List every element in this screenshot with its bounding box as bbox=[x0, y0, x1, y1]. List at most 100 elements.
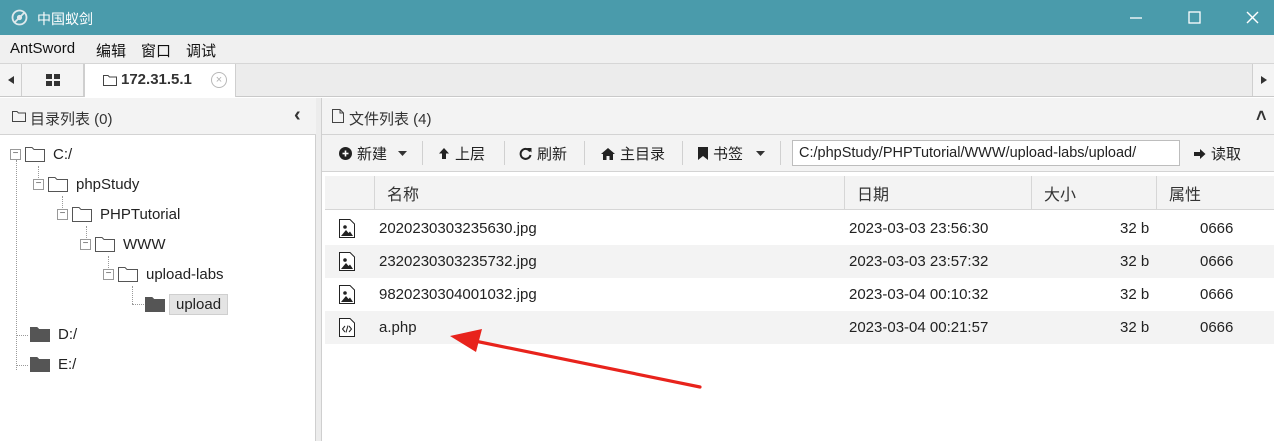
file-name: 2320230303235732.jpg bbox=[379, 253, 537, 270]
new-button[interactable]: 新建 bbox=[339, 143, 408, 164]
bookmark-icon bbox=[698, 147, 708, 160]
file-date: 2023-03-04 00:10:32 bbox=[849, 286, 989, 303]
path-input[interactable] bbox=[792, 140, 1180, 166]
plus-circle-icon bbox=[339, 147, 352, 160]
tree-collapse-toggle[interactable]: − bbox=[33, 178, 44, 190]
tree-node-d-drive[interactable]: D:/ bbox=[30, 323, 77, 345]
tree-node-label: phpStudy bbox=[76, 175, 140, 193]
collapse-left-icon[interactable]: ‹ bbox=[294, 104, 301, 127]
tab-close-icon[interactable]: × bbox=[211, 72, 227, 88]
directory-panel-title: 目录列表 (0) bbox=[30, 111, 113, 128]
tab-bar: 172.31.5.1 × bbox=[0, 64, 1274, 97]
file-row[interactable]: 2320230303235732.jpg 2023-03-03 23:57:32… bbox=[325, 245, 1274, 278]
tree-node-c-drive[interactable]: − C:/ bbox=[10, 143, 72, 165]
image-file-icon bbox=[339, 252, 355, 271]
minimize-icon bbox=[1130, 16, 1142, 19]
toolbar-divider bbox=[780, 141, 781, 165]
column-size[interactable]: 大小 bbox=[1032, 176, 1157, 210]
tab-label: 172.31.5.1 bbox=[121, 71, 192, 88]
menu-edit[interactable]: 编辑 bbox=[96, 40, 126, 61]
arrow-up-icon bbox=[439, 148, 449, 159]
tab-scroll-right-button[interactable] bbox=[1252, 64, 1274, 96]
tree-node-label: WWW bbox=[123, 235, 166, 253]
tree-connector bbox=[16, 335, 28, 336]
folder-outline-icon bbox=[48, 177, 68, 192]
folder-outline-icon bbox=[118, 267, 138, 282]
home-dir-label: 主目录 bbox=[620, 146, 666, 163]
file-date: 2023-03-03 23:56:30 bbox=[849, 220, 989, 237]
file-row[interactable]: a.php 2023-03-04 00:21:57 32 b 0666 bbox=[325, 311, 1274, 344]
column-name[interactable]: 名称 bbox=[375, 176, 845, 210]
refresh-label: 刷新 bbox=[537, 146, 568, 163]
toolbar-divider bbox=[584, 141, 585, 165]
home-icon bbox=[601, 147, 615, 160]
tree-collapse-toggle[interactable]: − bbox=[57, 208, 68, 220]
triangle-left-icon bbox=[7, 76, 14, 84]
file-outline-icon bbox=[332, 109, 344, 123]
close-button[interactable] bbox=[1223, 0, 1274, 35]
menu-window[interactable]: 窗口 bbox=[141, 40, 171, 61]
refresh-button[interactable]: 刷新 bbox=[519, 143, 567, 164]
maximize-button[interactable] bbox=[1165, 0, 1223, 35]
antsword-logo-icon bbox=[11, 9, 28, 26]
home-dir-button[interactable]: 主目录 bbox=[601, 143, 665, 164]
tree-node-label: D:/ bbox=[58, 325, 78, 343]
file-row[interactable]: 2020230303235630.jpg 2023-03-03 23:56:30… bbox=[325, 212, 1274, 245]
file-date: 2023-03-03 23:57:32 bbox=[849, 253, 989, 270]
menu-antsword[interactable]: AntSword bbox=[10, 40, 75, 57]
tab-shell-172-31-5-1[interactable]: 172.31.5.1 × bbox=[84, 64, 236, 97]
collapse-up-icon[interactable]: ˄ bbox=[1256, 106, 1267, 127]
folder-filled-icon bbox=[30, 357, 50, 372]
folder-outline-icon bbox=[103, 75, 117, 86]
up-level-label: 上层 bbox=[455, 146, 486, 163]
caret-down-icon bbox=[756, 151, 766, 156]
column-attr[interactable]: 属性 bbox=[1157, 176, 1274, 210]
menu-bar: AntSword 编辑 窗口 调试 bbox=[0, 35, 1274, 64]
directory-panel-header: 目录列表 (0) ‹ bbox=[0, 98, 316, 135]
file-name: 9820230304001032.jpg bbox=[379, 286, 537, 303]
title-bar: 中国蚁剑 bbox=[0, 0, 1274, 35]
file-date: 2023-03-04 00:21:57 bbox=[849, 319, 989, 336]
new-button-label: 新建 bbox=[357, 146, 388, 163]
up-level-button[interactable]: 上层 bbox=[438, 143, 485, 164]
read-label: 读取 bbox=[1211, 146, 1242, 163]
bookmark-label: 书签 bbox=[713, 146, 744, 163]
folder-outline-icon bbox=[12, 111, 26, 122]
tree-node-phptutorial[interactable]: − PHPTutorial bbox=[57, 203, 180, 225]
file-row[interactable]: 9820230304001032.jpg 2023-03-04 00:10:32… bbox=[325, 278, 1274, 311]
menu-debug[interactable]: 调试 bbox=[186, 40, 216, 61]
file-name: a.php bbox=[379, 319, 417, 336]
tree-node-label: E:/ bbox=[58, 355, 77, 373]
tree-collapse-toggle[interactable]: − bbox=[103, 268, 114, 280]
file-attr: 0666 bbox=[1200, 253, 1234, 270]
tree-node-upload[interactable]: upload bbox=[145, 293, 229, 315]
window-title: 中国蚁剑 bbox=[37, 11, 93, 27]
tab-scroll-left-button[interactable] bbox=[0, 64, 22, 96]
file-list-panel-title: 文件列表 (4) bbox=[349, 111, 432, 128]
tree-collapse-toggle[interactable]: − bbox=[80, 238, 91, 250]
tree-node-www[interactable]: − WWW bbox=[80, 233, 165, 255]
minimize-button[interactable] bbox=[1107, 0, 1165, 35]
arrow-right-icon bbox=[1194, 148, 1206, 159]
file-size: 32 b bbox=[1120, 319, 1150, 336]
file-attr: 0666 bbox=[1200, 286, 1234, 303]
maximize-icon bbox=[1187, 11, 1201, 24]
toolbar-divider bbox=[422, 141, 423, 165]
tree-node-phpstudy[interactable]: − phpStudy bbox=[33, 173, 139, 195]
column-date[interactable]: 日期 bbox=[845, 176, 1032, 210]
refresh-icon bbox=[519, 147, 532, 160]
file-grid-header: 名称 日期 大小 属性 bbox=[325, 176, 1274, 210]
tree-node-label: PHPTutorial bbox=[100, 205, 181, 223]
column-icon bbox=[325, 176, 375, 210]
file-name: 2020230303235630.jpg bbox=[379, 220, 537, 237]
read-button[interactable]: 读取 bbox=[1193, 143, 1241, 164]
file-list-panel-header: 文件列表 (4) ˄ bbox=[322, 98, 1274, 135]
folder-filled-icon bbox=[145, 297, 165, 312]
image-file-icon bbox=[339, 219, 355, 238]
tab-home[interactable] bbox=[22, 64, 84, 96]
tree-node-e-drive[interactable]: E:/ bbox=[30, 353, 76, 375]
tree-node-upload-labs[interactable]: − upload-labs bbox=[103, 263, 224, 285]
bookmark-button[interactable]: 书签 bbox=[698, 143, 766, 164]
tree-connector bbox=[132, 286, 133, 304]
tree-collapse-toggle[interactable]: − bbox=[10, 148, 21, 160]
